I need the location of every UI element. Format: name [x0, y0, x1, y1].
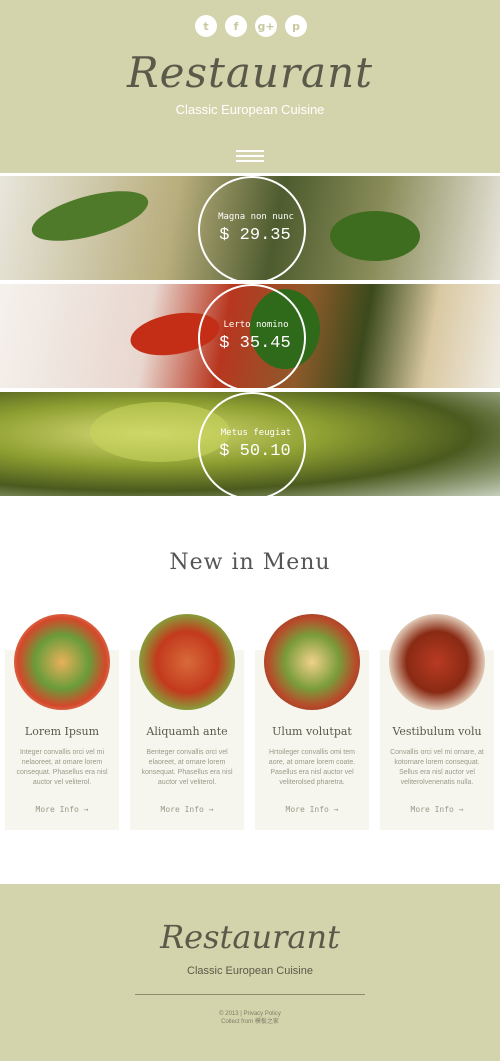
card-title: Vestibulum volu [392, 725, 482, 738]
special-banner-1[interactable]: Magna non nunc $ 29.35 [0, 176, 500, 280]
twitter-icon[interactable]: t [195, 15, 217, 37]
collect-link[interactable]: Collect from 模板之家 [0, 1018, 500, 1026]
google-plus-icon[interactable]: g+ [255, 15, 277, 37]
dish-image[interactable] [139, 614, 235, 710]
pinterest-icon[interactable]: p [285, 15, 307, 37]
dish-price: $ 35.45 [219, 334, 291, 353]
footer-divider [135, 994, 365, 995]
menu-card: Vestibulum volu Convallis orci vel mi or… [380, 614, 494, 830]
special-banner-3[interactable]: Metus feugiat $ 50.10 [0, 392, 500, 496]
section-title: New in Menu [169, 550, 331, 575]
more-info-link[interactable]: More Info → [5, 805, 119, 814]
menu-card: Ulum volutpat Hrtoileger convallis omi t… [255, 614, 369, 830]
price-ring: Lerto nomino $ 35.45 [198, 284, 306, 388]
dish-name: Lerto nomino [223, 320, 289, 330]
dish-price: $ 50.10 [219, 442, 291, 461]
dish-name: Metus feugiat [220, 428, 292, 438]
facebook-icon[interactable]: f [225, 15, 247, 37]
footer-logo[interactable]: Restaurant [0, 918, 500, 956]
more-info-link[interactable]: More Info → [130, 805, 244, 814]
hamburger-icon[interactable] [236, 150, 264, 165]
card-text: Hrtoileger convallis omi tem aore, at or… [268, 749, 356, 786]
dish-price: $ 29.35 [219, 226, 291, 245]
special-banner-2[interactable]: Lerto nomino $ 35.45 [0, 284, 500, 388]
dish-image[interactable] [264, 614, 360, 710]
dish-name: Magna non nunc [218, 212, 294, 222]
card-title: Ulum volutpat [272, 725, 352, 738]
dish-image[interactable] [389, 614, 485, 710]
social-links: t f g+ p [195, 15, 307, 37]
more-info-link[interactable]: More Info → [255, 805, 369, 814]
copyright: © 2013 | Privacy Policy Collect from 模板之… [0, 1010, 500, 1026]
menu-card: Aliquamh ante Benteger convallis orci ve… [130, 614, 244, 830]
card-text: Integer convallis orci vel mi nelaoreet,… [16, 749, 108, 786]
card-title: Lorem Ipsum [24, 725, 100, 738]
price-ring: Magna non nunc $ 29.35 [198, 176, 306, 280]
privacy-policy-link[interactable]: © 2013 | Privacy Policy [0, 1010, 500, 1018]
dish-image[interactable] [14, 614, 110, 710]
footer-tagline: Classic European Cuisine [187, 965, 313, 977]
menu-cards: Lorem Ipsum Integer convallis orci vel m… [5, 612, 500, 832]
card-title: Aliquamh ante [146, 725, 228, 738]
card-text: Convallis orci vel mi ornare, at kotorna… [390, 749, 484, 786]
site-logo[interactable]: Restaurant [0, 48, 500, 97]
price-ring: Metus feugiat $ 50.10 [198, 392, 306, 496]
basil-leaf-image [26, 181, 154, 251]
more-info-link[interactable]: More Info → [380, 805, 494, 814]
basil-leaf-image [330, 211, 420, 261]
card-text: Benteger convallis orci vel elaoreet, at… [141, 749, 233, 786]
menu-card: Lorem Ipsum Integer convallis orci vel m… [5, 614, 119, 830]
site-tagline: Classic European Cuisine [175, 102, 325, 117]
